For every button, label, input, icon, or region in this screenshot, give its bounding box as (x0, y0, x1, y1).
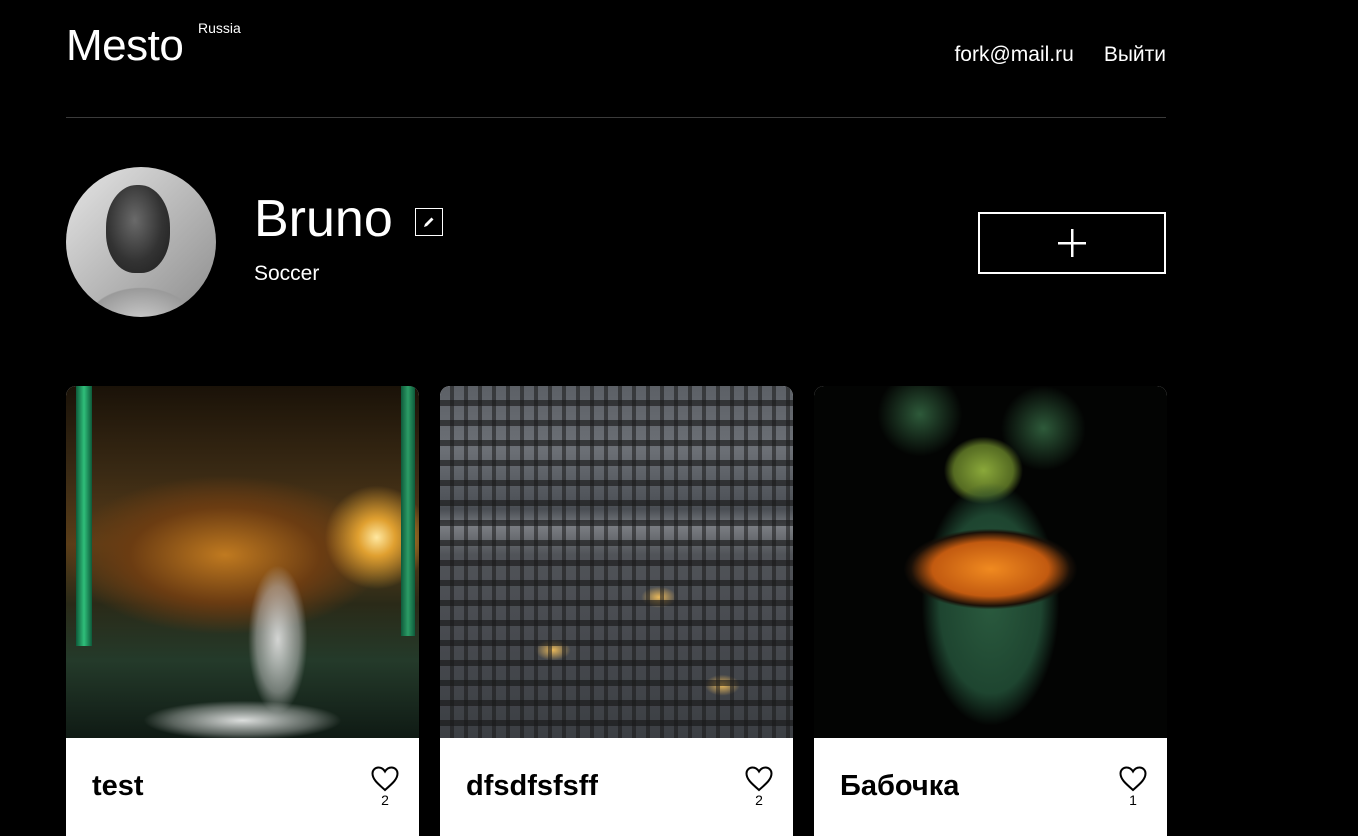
card-title: Бабочка (840, 770, 960, 802)
avatar[interactable] (66, 167, 216, 317)
like-count: 1 (1129, 792, 1137, 808)
card-image[interactable] (440, 386, 793, 738)
logout-link[interactable]: Выйти (1104, 43, 1166, 67)
like-group: 2 (371, 766, 399, 808)
heart-icon[interactable] (745, 766, 773, 792)
logo-text: Mesto (66, 21, 184, 70)
logo-subtitle: Russia (198, 20, 241, 36)
header: Mesto Russia fork@mail.ru Выйти (66, 0, 1166, 118)
pencil-icon (423, 217, 434, 227)
plus-icon (1058, 229, 1086, 257)
like-group: 1 (1119, 766, 1147, 808)
card-footer: Бабочка 1 (814, 738, 1167, 836)
card-title: dfsdfsfsff (466, 770, 599, 802)
card-footer: dfsdfsfsff 2 (440, 738, 793, 836)
profile: Bruno Soccer (66, 167, 1166, 317)
card-image[interactable] (66, 386, 419, 738)
like-count: 2 (755, 792, 763, 808)
page: Mesto Russia fork@mail.ru Выйти Bruno So… (0, 0, 1358, 836)
card: dfsdfsfsff 2 (440, 386, 793, 836)
card-title: test (92, 770, 144, 802)
card-footer: test 2 (66, 738, 419, 836)
profile-name: Bruno (254, 190, 393, 248)
cards-grid: test 2 dfsdfsfsff 2 Бабочка 1 (66, 386, 1167, 836)
profile-info: Bruno Soccer (254, 193, 443, 286)
user-email: fork@mail.ru (954, 43, 1074, 66)
card: test 2 (66, 386, 419, 836)
logo: Mesto Russia (66, 20, 241, 70)
heart-icon[interactable] (371, 766, 399, 792)
card-image[interactable] (814, 386, 1167, 738)
profile-about: Soccer (254, 262, 320, 285)
heart-icon[interactable] (1119, 766, 1147, 792)
edit-profile-button[interactable] (414, 208, 443, 236)
like-group: 2 (745, 766, 773, 808)
profile-name-row: Bruno (254, 193, 443, 245)
add-card-button[interactable] (978, 212, 1166, 274)
like-count: 2 (381, 792, 389, 808)
header-nav: fork@mail.ru Выйти (954, 43, 1166, 67)
card: Бабочка 1 (814, 386, 1167, 836)
